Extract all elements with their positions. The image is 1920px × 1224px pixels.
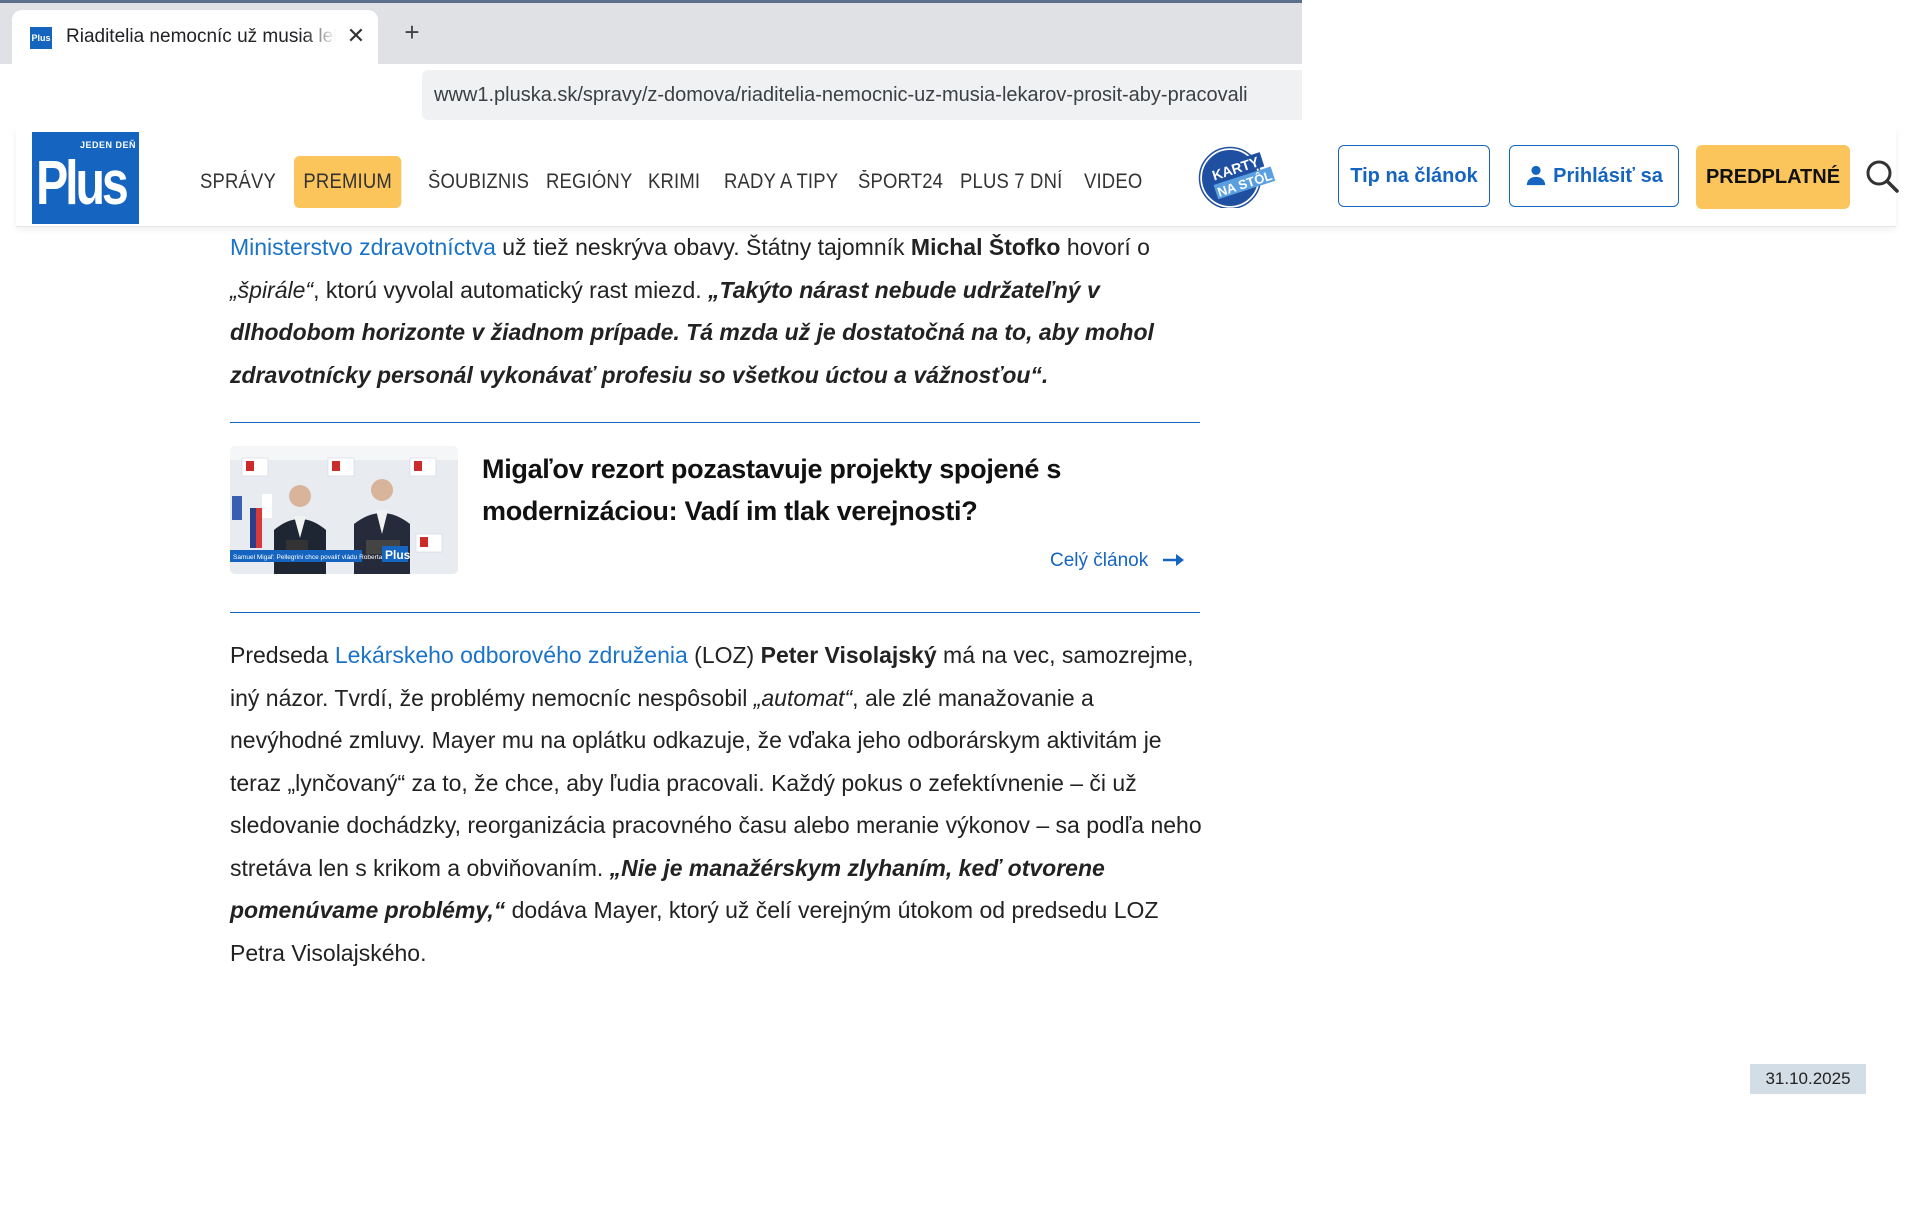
person-name: Michal Štofko bbox=[910, 234, 1061, 260]
karty-na-stol-logo[interactable]: KARTY NA STÔL bbox=[1198, 146, 1276, 208]
login-button-label: Prihlásiť sa bbox=[1553, 165, 1663, 187]
divider bbox=[230, 422, 1200, 423]
nav-premium[interactable]: PREMIUM bbox=[294, 156, 402, 208]
person-name: Peter Visolajský bbox=[760, 642, 937, 668]
address-bar[interactable]: www1.pluska.sk/spravy/z-domova/riaditeli… bbox=[422, 70, 1302, 120]
user-icon bbox=[1527, 165, 1546, 186]
browser-tabstrip: Plus Riaditelia nemocníc už musia lekáro… bbox=[0, 0, 1302, 64]
nav-krimi[interactable]: KRIMI bbox=[648, 156, 700, 208]
nav-rady-a-tipy[interactable]: RADY A TIPY bbox=[724, 156, 838, 208]
p2-text-1: Predseda bbox=[230, 642, 335, 668]
tab-title: Riaditelia nemocníc už musia lekárov pro… bbox=[66, 26, 336, 47]
full-article-link[interactable]: Celý článok bbox=[1050, 550, 1186, 572]
divider bbox=[230, 612, 1200, 613]
site-favicon-icon: Plus bbox=[30, 27, 52, 49]
loz-link[interactable]: Lekárskeho odborového združenia bbox=[335, 642, 688, 668]
p2-italic: „automat“ bbox=[753, 684, 853, 711]
subscribe-button-label: PREDPLATNÉ bbox=[1705, 166, 1841, 188]
new-tab-button[interactable]: + bbox=[398, 18, 426, 46]
nav-regiony[interactable]: REGIÓNY bbox=[546, 156, 632, 208]
nav-soubiznis[interactable]: ŠOUBIZNIS bbox=[428, 156, 529, 208]
logo-wordmark: Plus bbox=[36, 149, 129, 218]
p1-text-3: , ktorú vyvolal automatický rast miezd. bbox=[313, 276, 709, 303]
thumbnail-logo-text: Plus bbox=[385, 548, 411, 562]
url-text[interactable]: www1.pluska.sk/spravy/z-domova/riaditeli… bbox=[434, 81, 1294, 109]
subscribe-button[interactable]: PREDPLATNÉ bbox=[1696, 145, 1850, 209]
nav-spravy[interactable]: SPRÁVY bbox=[200, 156, 276, 208]
address-bar-row: www1.pluska.sk/spravy/z-domova/riaditeli… bbox=[0, 64, 1302, 126]
nav-plus-7-dni[interactable]: PLUS 7 DNÍ bbox=[960, 156, 1062, 208]
arrow-right-icon bbox=[1162, 554, 1184, 566]
related-article[interactable]: Samuel Migaľ: Pellegrini chce povaliť vl… bbox=[230, 446, 1200, 576]
p1-text-1: už tiež neskrýva obavy. Štátny tajomník bbox=[495, 234, 911, 260]
tip-na-clanok-button[interactable]: Tip na článok bbox=[1338, 145, 1490, 207]
full-article-label: Celý článok bbox=[1050, 550, 1149, 571]
site-header: JEDEN DEŇ Plus SPRÁVY PREMIUM ŠOUBIZNIS … bbox=[16, 126, 1899, 227]
tabstrip-accent bbox=[0, 0, 1302, 3]
thumbnail-image: Samuel Migaľ: Pellegrini chce povaliť vl… bbox=[230, 446, 458, 574]
related-article-title[interactable]: Migaľov rezort pozastavuje projekty spoj… bbox=[482, 448, 1202, 532]
tip-button-label: Tip na článok bbox=[1350, 165, 1478, 187]
article-paragraph: Predseda Lekárskeho odborového združenia… bbox=[230, 634, 1210, 974]
p2-text-2: (LOZ) bbox=[687, 642, 761, 668]
close-tab-icon[interactable]: ✕ bbox=[342, 22, 370, 50]
nav-video[interactable]: VIDEO bbox=[1084, 156, 1142, 208]
login-button[interactable]: Prihlásiť sa bbox=[1509, 145, 1679, 207]
article-paragraph: Ministerstvo zdravotníctva už tiež neskr… bbox=[230, 226, 1210, 396]
related-article-thumbnail[interactable]: Samuel Migaľ: Pellegrini chce povaliť vl… bbox=[230, 446, 458, 574]
p1-text-2: hovorí o bbox=[1060, 234, 1150, 260]
search-icon[interactable] bbox=[1862, 156, 1902, 196]
browser-tab[interactable]: Plus Riaditelia nemocníc už musia lekáro… bbox=[12, 10, 378, 64]
date-badge: 31.10.2025 bbox=[1750, 1064, 1866, 1094]
thumbnail-caption: Samuel Migaľ: Pellegrini chce povaliť vl… bbox=[233, 554, 397, 561]
p1-italic: „špirále“ bbox=[230, 276, 314, 303]
ministry-link[interactable]: Ministerstvo zdravotníctva bbox=[230, 234, 496, 260]
p2-text-4: , ale zlé manažovanie a nevýhodné zmluvy… bbox=[230, 684, 1202, 881]
nav-sport24[interactable]: ŠPORT24 bbox=[858, 156, 943, 208]
plus-logo[interactable]: JEDEN DEŇ Plus bbox=[32, 132, 139, 224]
